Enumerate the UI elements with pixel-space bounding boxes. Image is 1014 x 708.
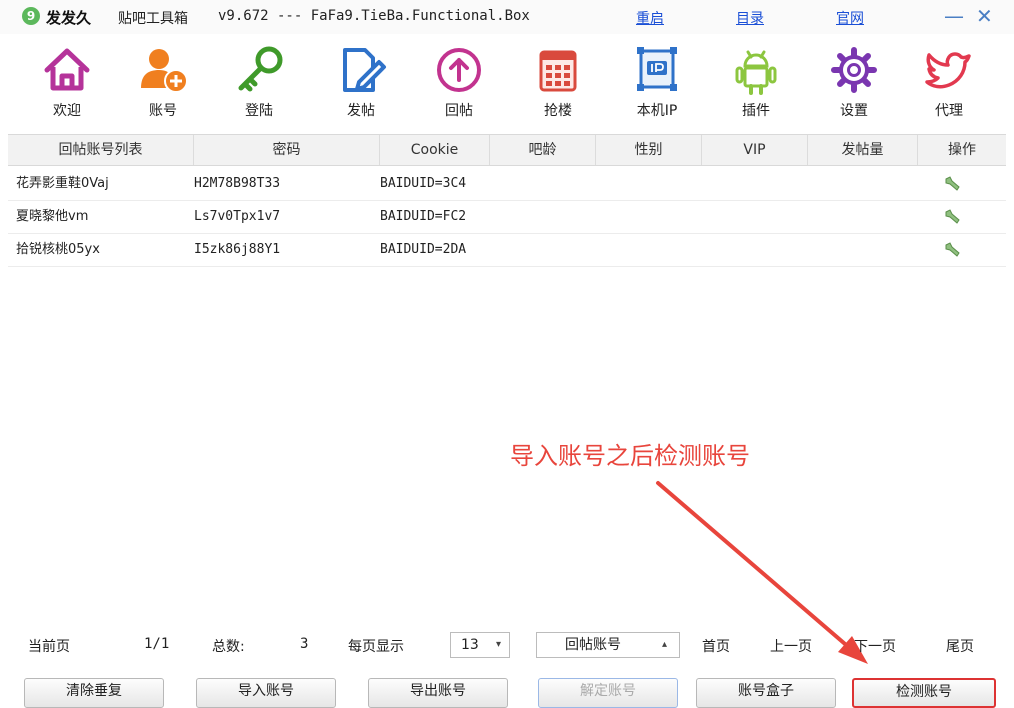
account-type-value: 回帖账号 — [565, 637, 621, 653]
export-accounts-button[interactable]: 导出账号 — [368, 678, 508, 708]
cell-password: H2M78B98T33 — [194, 176, 281, 191]
calendar-building-icon — [539, 50, 577, 92]
cell-cookie: BAIDUID=3C4 — [380, 176, 467, 191]
bird-icon — [925, 52, 971, 89]
toolbar-settings-button[interactable]: 设置 — [814, 38, 894, 126]
wrench-icon[interactable] — [944, 209, 962, 225]
current-page-value: 1/1 — [144, 636, 170, 652]
table-row[interactable]: 夏晓黎他vm Ls7v0Tpx1v7 BAIDUID=FC2 — [8, 201, 1006, 234]
main-toolbar: 欢迎 账号 登陆 发帖 回帖 抢楼 本机IP 插件 设置 代理 — [0, 38, 1014, 128]
minimize-button[interactable]: — — [944, 4, 964, 28]
import-accounts-button[interactable]: 导入账号 — [196, 678, 336, 708]
last-page-link[interactable]: 尾页 — [946, 636, 974, 656]
toolbar-grab-floor-label: 抢楼 — [544, 103, 572, 119]
current-page-label: 当前页 — [28, 639, 70, 655]
column-header-gender[interactable]: 性别 — [596, 135, 702, 165]
column-header-cookie[interactable]: Cookie — [380, 135, 490, 165]
toolbar-settings-label: 设置 — [840, 103, 868, 119]
toolbar-login-button[interactable]: 登陆 — [219, 38, 299, 126]
toolbar-post-label: 发帖 — [347, 103, 375, 119]
column-header-vip[interactable]: VIP — [702, 135, 808, 165]
title-bar: 9 发发久 贴吧工具箱 v9.672 --- FaFa9.TieBa.Funct… — [0, 0, 1014, 34]
gear-icon — [831, 47, 877, 93]
upload-circle-icon — [437, 48, 481, 92]
toolbar-plugin-label: 插件 — [742, 103, 770, 119]
cell-password: I5zk86j88Y1 — [194, 242, 281, 257]
cell-password: Ls7v0Tpx1v7 — [194, 209, 281, 224]
cell-account: 拾锐核桃05yx — [16, 242, 100, 257]
total-label: 总数: — [212, 639, 245, 655]
toolbar-proxy-button[interactable]: 代理 — [909, 38, 989, 126]
ip-icon — [637, 47, 677, 91]
table-row[interactable]: 花弄影重鞋0Vaj H2M78B98T33 BAIDUID=3C4 — [8, 168, 1006, 201]
android-icon — [735, 50, 777, 95]
key-icon — [238, 46, 283, 92]
edit-doc-icon — [343, 48, 386, 92]
app-logo-icon: 9 — [22, 7, 40, 25]
toolbar-welcome-label: 欢迎 — [53, 103, 81, 119]
toolbar-welcome-button[interactable]: 欢迎 — [27, 38, 107, 126]
cell-cookie: BAIDUID=2DA — [380, 242, 467, 257]
account-box-button[interactable]: 账号盒子 — [696, 678, 836, 708]
account-table: 回帖账号列表 密码 Cookie 吧龄 性别 VIP 发帖量 操作 花弄影重鞋0… — [8, 134, 1006, 274]
prev-page-link[interactable]: 上一页 — [770, 636, 812, 656]
toolbar-account-label: 账号 — [149, 103, 177, 119]
cell-account: 花弄影重鞋0Vaj — [16, 176, 109, 191]
toolbar-local-ip-label: 本机IP — [636, 103, 678, 119]
toolbar-reply-button[interactable]: 回帖 — [419, 38, 499, 126]
cell-account: 夏晓黎他vm — [16, 209, 89, 224]
app-name: 发发久 — [46, 9, 92, 27]
chevron-down-icon: ▾ — [495, 639, 501, 650]
chevron-up-icon: ▴ — [661, 639, 667, 650]
toolbar-grab-floor-button[interactable]: 抢楼 — [518, 38, 598, 126]
annotation-text: 导入账号之后检测账号 — [510, 442, 750, 470]
cell-cookie: BAIDUID=FC2 — [380, 209, 467, 224]
pagination-bar: 当前页 1/1 总数: 3 每页显示 13 ▾ 回帖账号 ▴ 首页 上一页 下一… — [0, 628, 1014, 664]
home-icon — [44, 48, 90, 91]
action-button-row: 清除垂复 导入账号 导出账号 解定账号 账号盒子 检测账号 — [0, 678, 1014, 708]
wrench-icon[interactable] — [944, 176, 962, 192]
total-value: 3 — [300, 636, 309, 652]
disabled-accounts-button[interactable]: 解定账号 — [538, 678, 678, 708]
toolbar-proxy-label: 代理 — [935, 103, 963, 119]
restart-link[interactable]: 重启 — [636, 8, 664, 28]
website-link[interactable]: 官网 — [836, 8, 864, 28]
table-row[interactable]: 拾锐核桃05yx I5zk86j88Y1 BAIDUID=2DA — [8, 234, 1006, 267]
column-header-post-count[interactable]: 发帖量 — [808, 135, 918, 165]
next-page-link[interactable]: 下一页 — [854, 636, 896, 656]
toolbar-login-label: 登陆 — [245, 103, 273, 119]
wrench-icon[interactable] — [944, 242, 962, 258]
per-page-select[interactable]: 13 ▾ — [450, 632, 510, 658]
toolbar-plugin-button[interactable]: 插件 — [716, 38, 796, 126]
column-header-action[interactable]: 操作 — [918, 135, 1006, 165]
per-page-value: 13 — [461, 637, 479, 653]
detect-accounts-button[interactable]: 检测账号 — [852, 678, 996, 708]
toolbar-account-button[interactable]: 账号 — [123, 38, 203, 126]
clear-duplicates-button[interactable]: 清除垂复 — [24, 678, 164, 708]
first-page-link[interactable]: 首页 — [702, 636, 730, 656]
account-type-select[interactable]: 回帖账号 ▴ — [536, 632, 680, 658]
directory-link[interactable]: 目录 — [736, 8, 764, 28]
toolbar-local-ip-button[interactable]: 本机IP — [617, 38, 697, 126]
app-subtitle: 贴吧工具箱 — [118, 11, 188, 27]
table-header: 回帖账号列表 密码 Cookie 吧龄 性别 VIP 发帖量 操作 — [8, 134, 1006, 166]
column-header-password[interactable]: 密码 — [194, 135, 380, 165]
per-page-label: 每页显示 — [348, 639, 404, 655]
column-header-bar-age[interactable]: 吧龄 — [490, 135, 596, 165]
account-add-icon — [141, 49, 188, 93]
close-button[interactable]: ✕ — [976, 4, 993, 28]
app-version: v9.672 --- FaFa9.TieBa.Functional.Box — [218, 8, 530, 24]
toolbar-post-button[interactable]: 发帖 — [321, 38, 401, 126]
column-header-account[interactable]: 回帖账号列表 — [8, 135, 194, 165]
toolbar-reply-label: 回帖 — [445, 103, 473, 119]
